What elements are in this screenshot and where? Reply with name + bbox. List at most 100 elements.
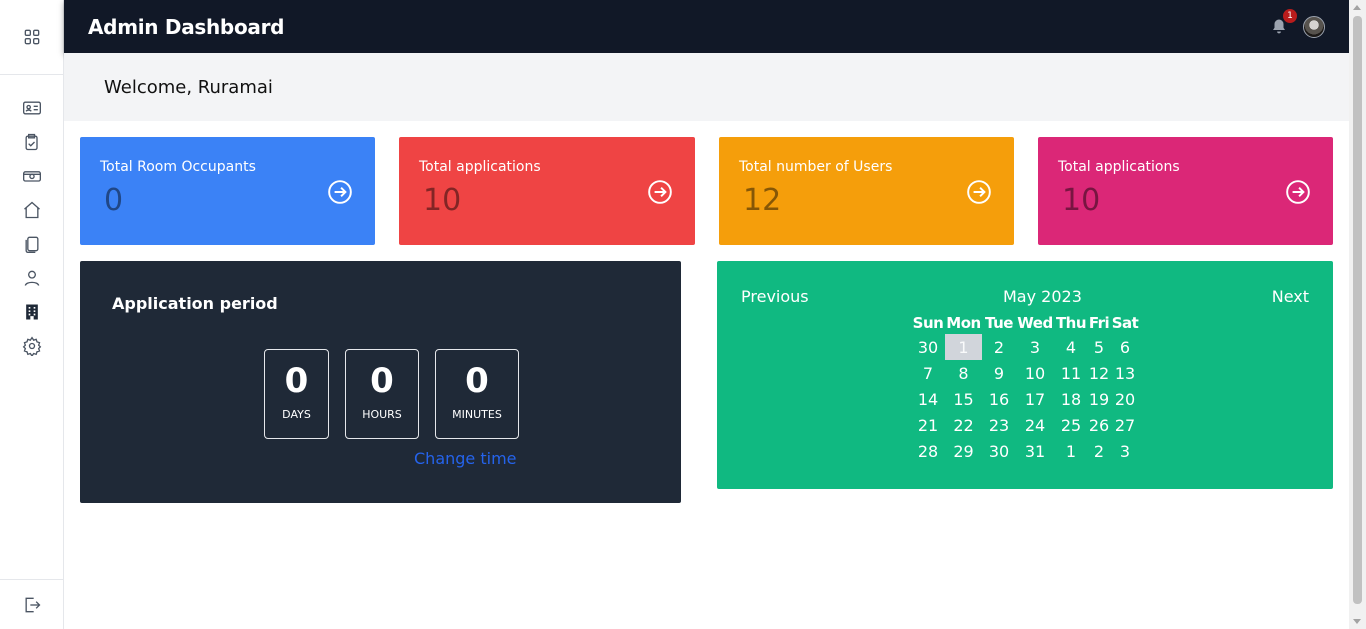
grid-icon[interactable] [0,20,63,54]
calendar-day[interactable]: 19 [1088,386,1110,412]
sidebar-nav [0,75,63,363]
scroll-up-arrow[interactable] [1353,5,1361,10]
id-card-icon[interactable] [0,91,64,125]
calendar-day[interactable]: 24 [1016,412,1054,438]
logout-icon[interactable] [0,588,63,622]
stat-card-value: 12 [743,183,782,218]
stat-card-applications-2: Total applications 10 [1038,137,1333,245]
calendar-next-button[interactable]: Next [1272,287,1309,306]
calendar-week-row: 30 1 2 3 4 5 6 [911,334,1140,360]
stat-card-applications: Total applications 10 [399,137,695,245]
calendar-previous-button[interactable]: Previous [741,287,809,306]
sidebar [0,0,64,629]
navbar-actions: 1 [1267,8,1325,39]
gear-icon[interactable] [0,329,64,363]
stat-card-value: 0 [104,183,124,218]
calendar-day[interactable]: 28 [911,438,945,464]
user-icon[interactable] [0,261,64,295]
change-time-link[interactable]: Change time [414,449,517,468]
calendar-day[interactable]: 21 [911,412,945,438]
calendar-day[interactable]: 23 [982,412,1016,438]
weekday-label: Sat [1111,314,1139,332]
calendar-day[interactable]: 1 [945,334,982,360]
countdown-days: 0 DAYS [264,349,329,439]
calendar-day[interactable]: 11 [1054,360,1088,386]
building-icon[interactable] [0,295,64,329]
countdown-label: MINUTES [452,408,502,421]
calendar-day[interactable]: 6 [1110,334,1140,360]
countdown-value: 0 [465,361,489,401]
calendar-day[interactable]: 30 [982,438,1016,464]
copy-icon[interactable] [0,227,64,261]
weekday-label: Sun [912,314,944,332]
calendar-day[interactable]: 17 [1016,386,1054,412]
calendar-day[interactable]: 1 [1054,438,1088,464]
weekday-label: Mon [946,314,981,332]
stat-card-title: Total applications [419,159,541,175]
calendar-day[interactable]: 14 [911,386,945,412]
calendar-week-row: 28 29 30 31 1 2 3 [911,438,1140,464]
countdown-label: HOURS [362,408,402,421]
scroll-down-arrow[interactable] [1353,619,1361,624]
sidebar-header [0,0,63,75]
calendar-day[interactable]: 2 [1088,438,1110,464]
calendar-days: 30 1 2 3 4 5 6 7 8 9 10 11 12 13 14 15 16 17 18 19 20 21 22 23 2… [911,334,1140,464]
calendar-day[interactable]: 27 [1110,412,1140,438]
arrow-right-circle-icon[interactable] [1285,179,1311,205]
arrow-right-circle-icon[interactable] [327,179,353,205]
clipboard-check-icon[interactable] [0,125,64,159]
countdown-label: DAYS [282,408,311,421]
calendar-day[interactable]: 3 [1016,334,1054,360]
scrollbar[interactable] [1349,0,1366,629]
stat-card-room-occupants: Total Room Occupants 0 [80,137,375,245]
money-icon[interactable] [0,159,64,193]
welcome-text: Welcome, Ruramai [104,77,273,98]
stat-card-title: Total applications [1058,159,1180,175]
calendar-day[interactable]: 16 [982,386,1016,412]
calendar-day[interactable]: 13 [1110,360,1140,386]
countdown-value: 0 [370,361,394,401]
calendar-weekday-row: Sun Mon Tue Wed Thu Fri Sat [911,312,1140,334]
stat-card-value: 10 [1062,183,1101,218]
calendar-week-row: 14 15 16 17 18 19 20 [911,386,1140,412]
stat-card-title: Total Room Occupants [100,159,256,175]
calendar-day[interactable]: 4 [1054,334,1088,360]
calendar-day[interactable]: 25 [1054,412,1088,438]
calendar-day[interactable]: 30 [911,334,945,360]
calendar-day[interactable]: 12 [1088,360,1110,386]
calendar-day[interactable]: 15 [945,386,982,412]
countdown-hours: 0 HOURS [345,349,419,439]
calendar-grid: Sun Mon Tue Wed Thu Fri Sat 30 1 2 3 4 5 6 7 8 9 1… [911,312,1140,464]
calendar-day[interactable]: 26 [1088,412,1110,438]
stat-card-title: Total number of Users [739,159,893,175]
calendar-day[interactable]: 18 [1054,386,1088,412]
countdown-minutes: 0 MINUTES [435,349,519,439]
calendar-day[interactable]: 31 [1016,438,1054,464]
calendar-day[interactable]: 8 [945,360,982,386]
calendar-day[interactable]: 22 [945,412,982,438]
top-navbar: Admin Dashboard 1 [64,0,1349,53]
sidebar-footer [0,579,63,629]
weekday-label: Wed [1017,314,1053,332]
welcome-banner: Welcome, Ruramai [64,53,1349,121]
stat-card-value: 10 [423,183,462,218]
calendar-day[interactable]: 7 [911,360,945,386]
calendar-day[interactable]: 20 [1110,386,1140,412]
scrollbar-thumb[interactable] [1353,16,1362,604]
home-icon[interactable] [0,193,64,227]
arrow-right-circle-icon[interactable] [966,179,992,205]
calendar-day[interactable]: 29 [945,438,982,464]
stat-card-users: Total number of Users 12 [719,137,1014,245]
calendar-day[interactable]: 5 [1088,334,1110,360]
page-title: Admin Dashboard [88,14,285,39]
notifications-button[interactable]: 1 [1267,8,1297,39]
calendar-day[interactable]: 2 [982,334,1016,360]
weekday-label: Tue [985,314,1013,332]
avatar[interactable] [1303,15,1325,38]
calendar-day[interactable]: 9 [982,360,1016,386]
arrow-right-circle-icon[interactable] [647,179,673,205]
calendar-week-row: 21 22 23 24 25 26 27 [911,412,1140,438]
calendar-week-row: 7 8 9 10 11 12 13 [911,360,1140,386]
calendar-day[interactable]: 3 [1110,438,1140,464]
calendar-day[interactable]: 10 [1016,360,1054,386]
